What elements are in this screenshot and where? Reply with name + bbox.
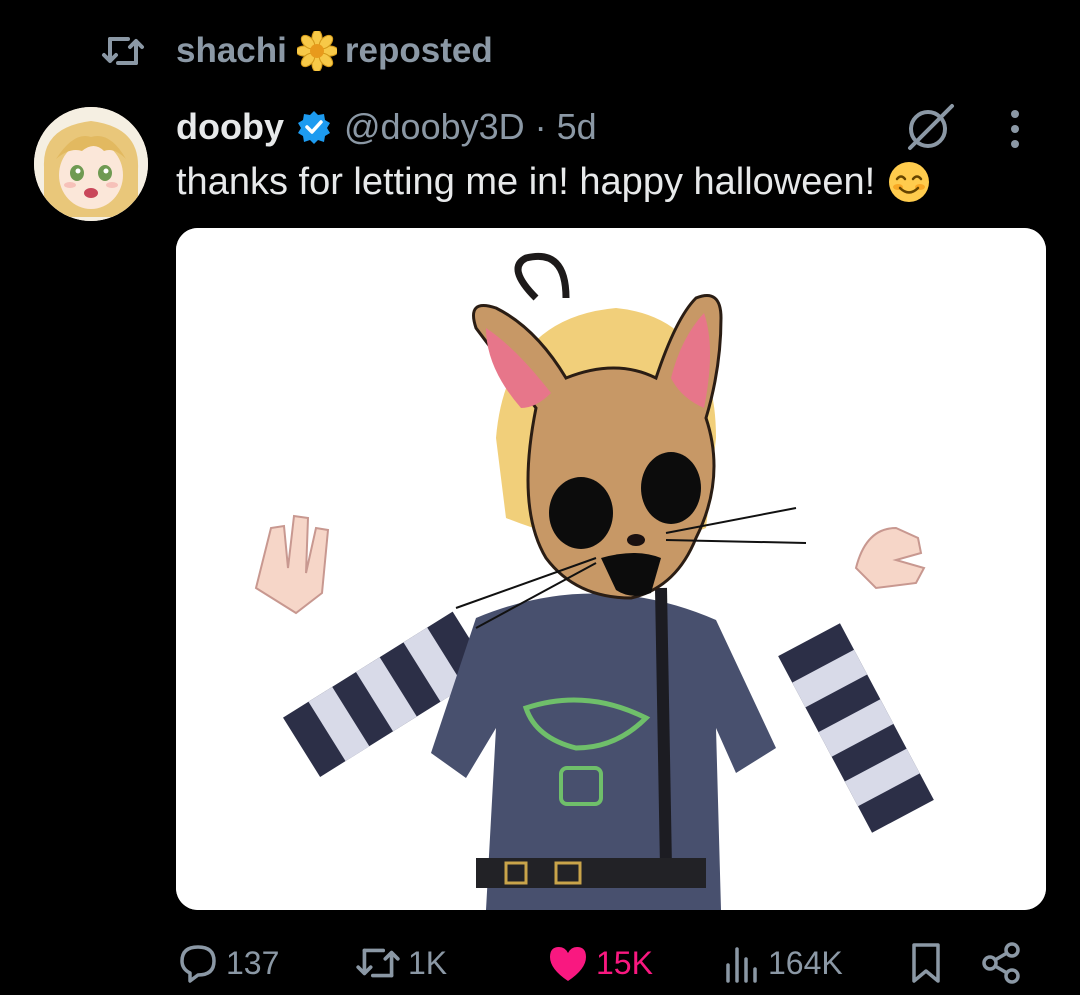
bookmark-icon [912,943,940,983]
repost-indicator[interactable]: shachi reposted [100,28,493,74]
repost-label: reposted [344,31,493,70]
views-icon [726,947,757,983]
heart-filled-icon [550,947,586,981]
grok-icon[interactable] [902,102,958,152]
verified-badge-icon [297,111,330,144]
post-header: dooby @dooby3D · 5d [176,102,597,152]
post-text-content: thanks for letting me in! happy hallowee… [176,160,876,203]
reply-count: 137 [226,944,280,981]
repost-count: 1K [408,944,448,981]
like-count: 15K [596,944,653,981]
flower-icon [296,31,337,71]
views-count: 164K [768,944,843,981]
avatar-image [34,107,148,221]
character-image [176,228,1046,910]
post-media-image[interactable] [176,228,1046,910]
action-bar: 137 1K 15K 164K [0,936,1080,990]
share-icon [982,942,1020,984]
avatar[interactable] [34,107,148,221]
bookmark-button[interactable] [906,936,952,990]
post-text: thanks for letting me in! happy hallowee… [176,160,931,204]
repost-action-icon [356,948,400,978]
smiling-face-emoji [889,162,930,202]
share-button[interactable] [980,936,1030,990]
like-button[interactable]: 15K [546,936,653,990]
author-display-name[interactable]: dooby [176,106,284,148]
views-button[interactable]: 164K [722,936,843,990]
separator-dot: · [534,106,547,147]
post-timestamp[interactable]: 5d [557,106,597,148]
author-handle[interactable]: @dooby3D [344,106,525,148]
reply-icon [180,945,216,983]
repost-icon [102,37,144,65]
reposter-name[interactable]: shachi [176,31,287,71]
repost-button[interactable]: 1K [354,936,447,990]
reply-button[interactable]: 137 [176,936,279,990]
more-options-icon[interactable] [990,104,1040,154]
